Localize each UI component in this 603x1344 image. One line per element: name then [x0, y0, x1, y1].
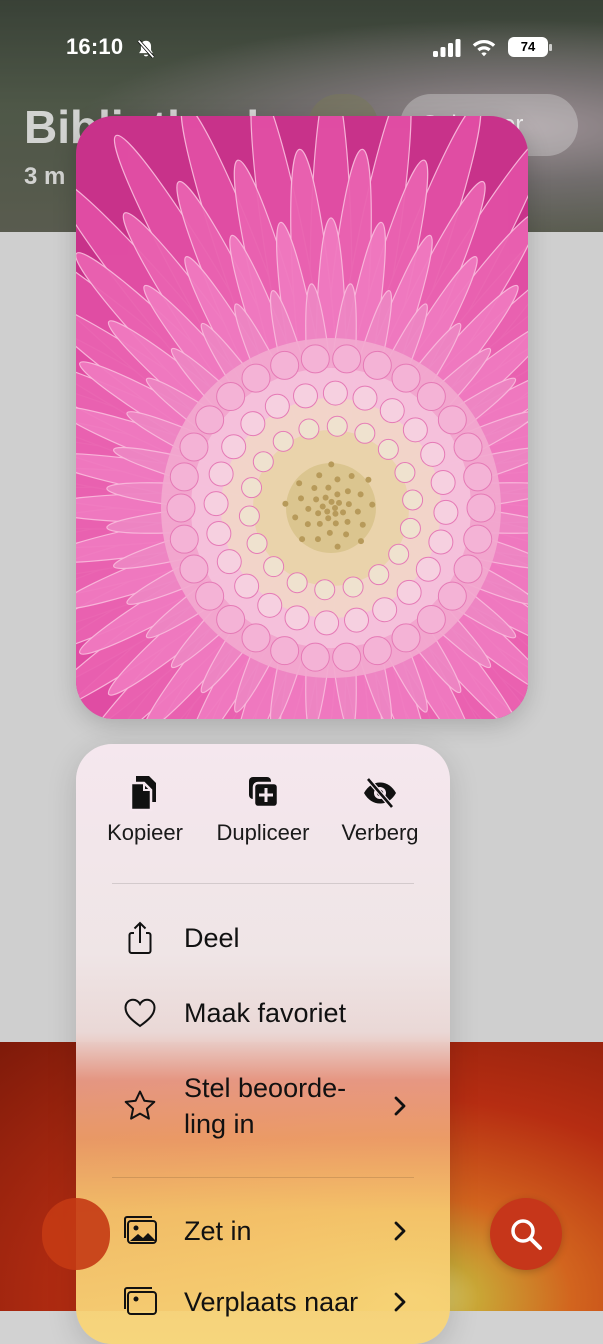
hide-icon [364, 777, 396, 809]
search-icon [511, 1219, 542, 1250]
photos-icon [124, 1216, 157, 1244]
duplicate-label: Dupliceer [216, 820, 310, 845]
battery-indicator: 74 [508, 37, 548, 57]
rating-label-line2: ling in [184, 1109, 255, 1139]
chevron-right-icon [394, 1221, 406, 1241]
library-tab-button[interactable] [42, 1198, 110, 1270]
copy-label: Kopieer [107, 820, 183, 845]
add-to-label: Zet in [184, 1216, 252, 1246]
silent-bell-icon [137, 39, 155, 59]
library-subtitle: 3 m [24, 163, 66, 190]
flower-image [76, 116, 528, 719]
clock: 16:10 [66, 34, 124, 59]
duplicate-action[interactable]: Dupliceer [201, 774, 325, 846]
hide-label: Verberg [341, 820, 419, 845]
cellular-signal-icon [433, 39, 461, 57]
star-icon [124, 1090, 156, 1120]
photo-preview[interactable] [76, 116, 528, 719]
context-menu: Kopieer Dupliceer Verberg Deel Maak favo… [76, 744, 450, 1344]
menu-item-rating[interactable]: Stel beoorde- ling in [76, 1070, 450, 1142]
heart-icon [124, 998, 156, 1028]
duplicate-icon [249, 777, 280, 809]
album-icon [124, 1287, 157, 1315]
share-label: Deel [184, 923, 240, 953]
status-bar: 16:10 74 [0, 34, 603, 64]
menu-divider [112, 883, 414, 884]
chevron-right-icon [394, 1292, 406, 1312]
menu-divider [112, 1177, 414, 1178]
favorite-label: Maak favoriet [184, 998, 347, 1028]
copy-action[interactable]: Kopieer [83, 774, 207, 846]
battery-tip [549, 44, 552, 51]
wifi-icon [472, 40, 496, 57]
copy-icon [129, 776, 156, 812]
rating-label-line1: Stel beoorde- [184, 1073, 347, 1103]
share-icon [128, 921, 152, 954]
chevron-right-icon [394, 1096, 406, 1116]
search-button[interactable] [490, 1198, 562, 1270]
hide-action[interactable]: Verberg [318, 774, 442, 846]
menu-item-share[interactable]: Deel [76, 920, 450, 956]
move-to-label: Verplaats naar [184, 1287, 359, 1317]
menu-item-favorite[interactable]: Maak favoriet [76, 995, 450, 1031]
menu-item-add-to[interactable]: Zet in [76, 1213, 450, 1249]
menu-item-move-to[interactable]: Verplaats naar [76, 1284, 450, 1320]
